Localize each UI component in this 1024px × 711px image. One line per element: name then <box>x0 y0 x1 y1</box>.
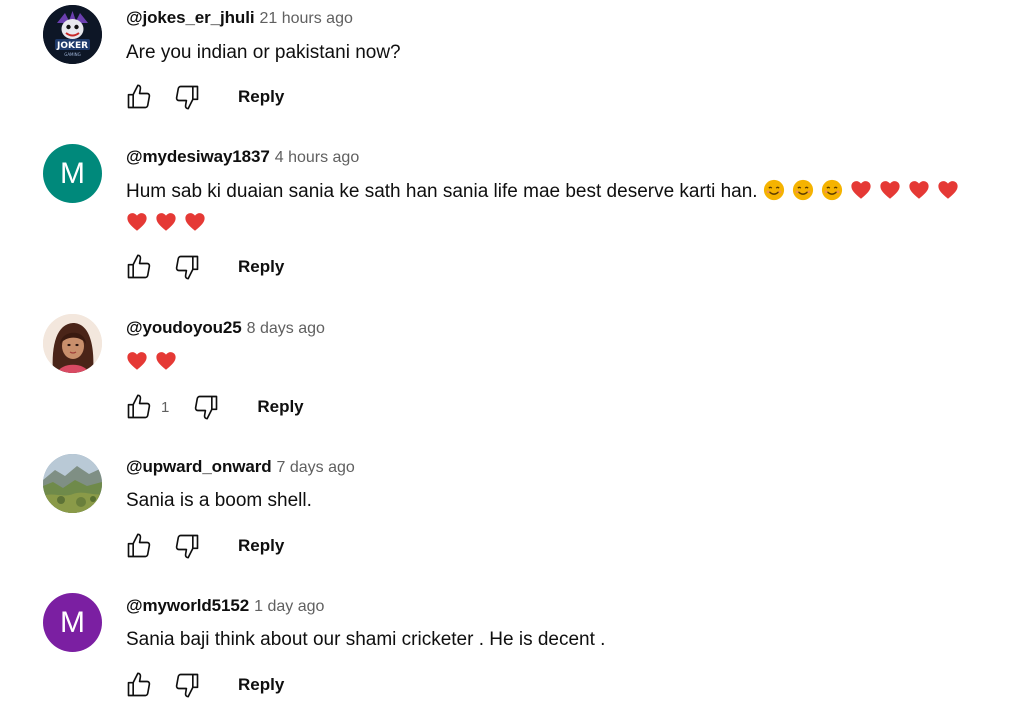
heart-emoji-icon <box>126 211 148 233</box>
avatar[interactable]: M <box>43 144 102 203</box>
smile-emoji-icon <box>792 179 814 201</box>
author-handle[interactable]: @myworld5152 <box>126 596 249 615</box>
thumbs-down-icon <box>175 673 199 698</box>
avatar[interactable]: JOKER GAMING <box>43 5 102 64</box>
reply-button[interactable]: Reply <box>238 536 284 556</box>
author-handle[interactable]: @jokes_er_jhuli <box>126 8 255 27</box>
heart-emoji-icon <box>879 179 901 201</box>
like-button[interactable] <box>124 82 154 112</box>
like-button[interactable] <box>124 392 154 422</box>
emoji-row-2 <box>126 213 213 234</box>
thumbs-down-icon <box>175 534 199 559</box>
avatar[interactable] <box>43 454 102 513</box>
like-count: 1 <box>161 398 170 416</box>
comment-text: Hum sab ki duaian sania ke sath han sani… <box>126 176 1018 240</box>
avatar[interactable]: M <box>43 593 102 652</box>
heart-emoji-icon <box>937 179 959 201</box>
comment-header: @jokes_er_jhuli 21 hours ago <box>126 8 353 29</box>
comment-text <box>126 347 1018 379</box>
author-handle[interactable]: @upward_onward <box>126 457 272 476</box>
comment-timestamp[interactable]: 8 days ago <box>247 320 325 337</box>
comment-timestamp[interactable]: 1 day ago <box>254 598 324 615</box>
comment-text-body: Hum sab ki duaian sania ke sath han sani… <box>126 181 758 202</box>
comment-header: @youdoyou25 8 days ago <box>126 318 325 339</box>
mountain-landscape-avatar-icon <box>43 454 102 513</box>
dislike-button[interactable] <box>172 82 202 112</box>
comment-text: Are you indian or pakistani now? <box>126 42 401 63</box>
heart-emoji-icon <box>126 350 148 372</box>
emoji-row-1 <box>763 179 966 202</box>
comment-timestamp[interactable]: 4 hours ago <box>275 149 360 166</box>
thumbs-down-icon <box>195 395 218 420</box>
avatar-letter: M <box>60 605 85 639</box>
avatar-letter: M <box>60 156 85 190</box>
reply-button[interactable]: Reply <box>238 257 284 277</box>
thumbs-down-icon <box>175 255 199 280</box>
comment-text: Sania is a boom shell. <box>126 490 312 511</box>
heart-emoji-icon <box>155 211 177 233</box>
heart-emoji-icon <box>184 211 206 233</box>
reply-button[interactable]: Reply <box>238 675 284 695</box>
heart-emoji-icon <box>850 179 872 201</box>
heart-emoji-icon <box>155 350 177 372</box>
thumbs-up-icon <box>127 394 151 419</box>
emoji-row-1 <box>126 352 184 373</box>
heart-emoji-icon <box>908 179 930 201</box>
like-button[interactable] <box>124 252 154 282</box>
like-button[interactable] <box>124 670 154 700</box>
smile-emoji-icon <box>821 179 843 201</box>
comment-text: Sania baji think about our shami cricket… <box>126 629 606 650</box>
thumbs-up-icon <box>127 533 151 558</box>
thumbs-up-icon <box>127 672 151 697</box>
reply-button[interactable]: Reply <box>238 87 284 107</box>
like-button[interactable] <box>124 531 154 561</box>
author-handle[interactable]: @mydesiway1837 <box>126 147 270 166</box>
smile-emoji-icon <box>763 179 785 201</box>
author-handle[interactable]: @youdoyou25 <box>126 318 242 337</box>
comment-header: @mydesiway1837 4 hours ago <box>126 147 359 168</box>
comment-actions: 1 Reply <box>124 392 304 422</box>
avatar-logo-subtext: GAMING <box>64 52 81 57</box>
avatar[interactable] <box>43 314 102 373</box>
comment-timestamp[interactable]: 21 hours ago <box>259 10 352 27</box>
comment-timestamp[interactable]: 7 days ago <box>277 459 355 476</box>
dislike-button[interactable] <box>172 252 202 282</box>
avatar-logo-text: JOKER <box>56 41 88 51</box>
comment-actions: Reply <box>124 531 284 561</box>
comment-actions: Reply <box>124 82 284 112</box>
comment-header: @myworld5152 1 day ago <box>126 596 324 617</box>
joker-avatar-icon: JOKER GAMING <box>43 5 102 64</box>
dislike-button[interactable] <box>191 392 221 422</box>
thumbs-down-icon <box>175 85 199 110</box>
thumbs-up-icon <box>127 254 151 279</box>
dislike-button[interactable] <box>172 670 202 700</box>
comment-header: @upward_onward 7 days ago <box>126 457 355 478</box>
comment-actions: Reply <box>124 670 284 700</box>
thumbs-up-icon <box>127 84 151 109</box>
woman-illustration-avatar-icon <box>43 314 102 373</box>
comment-actions: Reply <box>124 252 284 282</box>
dislike-button[interactable] <box>172 531 202 561</box>
reply-button[interactable]: Reply <box>257 397 303 417</box>
